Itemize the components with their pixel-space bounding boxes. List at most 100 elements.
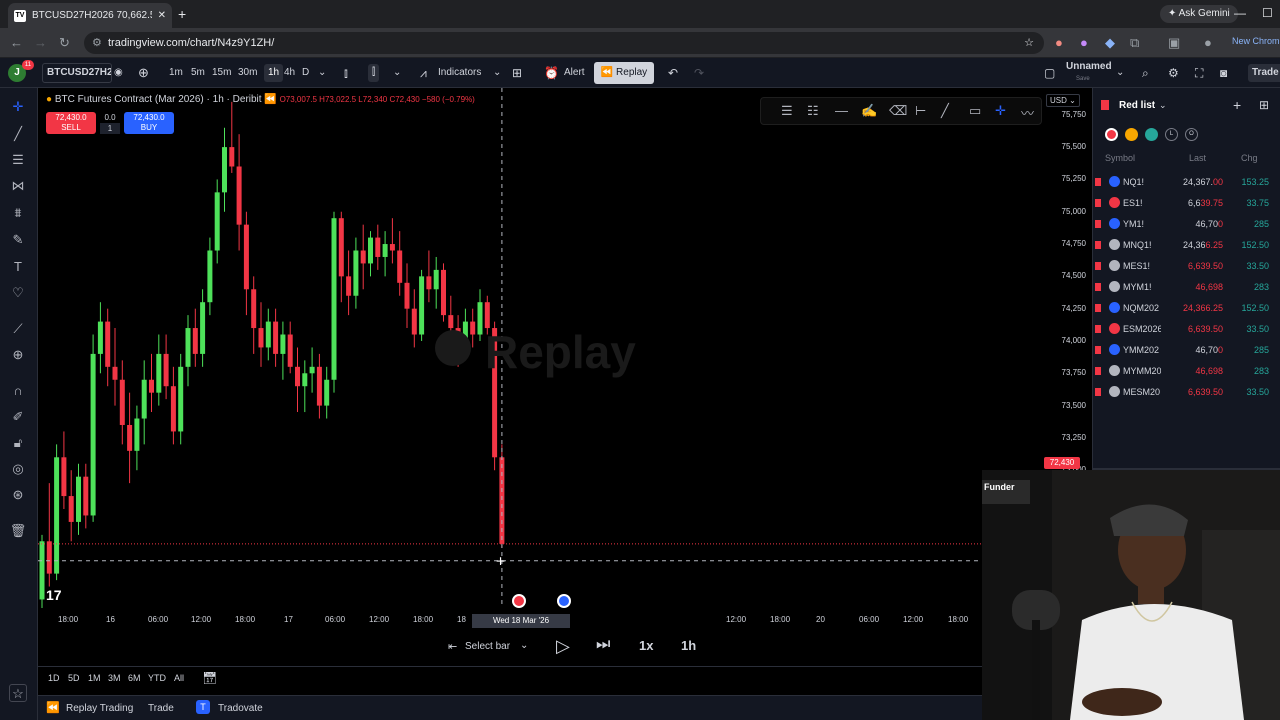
interval-4h[interactable]: 4h	[284, 58, 295, 88]
watchlist-row[interactable]: NQM202 24,366.25 152.50	[1093, 298, 1280, 319]
new-tab-button[interactable]: +	[178, 6, 186, 22]
indicators-button[interactable]: Indicators	[438, 58, 481, 88]
forward-icon[interactable]: →	[34, 35, 47, 50]
fullscreen-icon[interactable]: ⛶	[1195, 58, 1203, 88]
close-tab-icon[interactable]: ✕	[158, 10, 166, 21]
interval-30m[interactable]: 30m	[238, 58, 257, 88]
interval-1m[interactable]: 1m	[169, 58, 183, 88]
replay-button[interactable]: ⏪ Replay	[594, 62, 654, 84]
range-ytd[interactable]: YTD	[148, 673, 166, 683]
watchlist-row[interactable]: YM1! 46,700 285	[1093, 214, 1280, 235]
flag-none-icon[interactable]: O	[1185, 128, 1198, 141]
reload-icon[interactable]: ↻	[59, 35, 70, 51]
layout-square-icon[interactable]: ▢	[1044, 58, 1055, 88]
range-1m[interactable]: 1M	[88, 673, 101, 683]
symbol-info-icon[interactable]: ◉	[114, 58, 123, 88]
watchlist-panel-icon[interactable]: ⊞	[1259, 98, 1269, 112]
stay-drawing-icon[interactable]: ✐	[9, 408, 27, 426]
prediction-icon[interactable]: ⩩	[9, 204, 27, 222]
watchlist-row[interactable]: MYM1! 46,698 283	[1093, 277, 1280, 298]
eraser-icon[interactable]: ⌫	[889, 103, 907, 119]
quick-search-icon[interactable]: ⌕	[1142, 58, 1149, 88]
range-1d[interactable]: 1D	[48, 673, 60, 683]
ray-icon[interactable]: ⊢	[915, 103, 926, 119]
alert-clock-icon[interactable]: ⏰	[544, 58, 559, 88]
zoom-in-icon[interactable]: ⊕	[9, 346, 27, 364]
flag-red-icon[interactable]	[1105, 128, 1118, 141]
step-forward-icon[interactable]: ⏭	[596, 636, 610, 654]
column-symbol[interactable]: Symbol	[1105, 153, 1135, 163]
crosshair-tool-icon[interactable]: ✛	[995, 103, 1006, 119]
trash-icon[interactable]: 🗑︎	[9, 522, 27, 540]
trade-button[interactable]: Trade	[1248, 64, 1280, 82]
event-flag-icon[interactable]	[512, 594, 526, 608]
trend-line-icon[interactable]: ╱	[9, 125, 27, 143]
range-all[interactable]: All	[174, 673, 184, 683]
interval-dropdown-icon[interactable]: ⌄	[318, 58, 326, 88]
ruler-icon[interactable]: ⟋	[9, 320, 27, 338]
sell-button[interactable]: 72,430.0 SELL	[46, 112, 96, 134]
indicators-dropdown-icon[interactable]: ⌄	[493, 58, 501, 88]
watchlist-row[interactable]: ES1! 6,639.75 33.75	[1093, 193, 1280, 214]
text-icon[interactable]: T	[9, 258, 27, 276]
parallel-channel-icon[interactable]: ☷	[807, 103, 819, 119]
order-quantity[interactable]: 1	[100, 123, 120, 134]
bar-type-icon[interactable]: ⫾	[344, 58, 348, 88]
column-chg[interactable]: Chg	[1241, 153, 1258, 163]
redo-icon[interactable]: ↷	[694, 58, 704, 88]
extension-icon[interactable]: ●	[1055, 35, 1063, 50]
favorites-star-icon[interactable]: ☆	[9, 684, 27, 702]
watchlist-row[interactable]: MYMM20 46,698 283	[1093, 361, 1280, 382]
pen-icon[interactable]: ✍	[861, 103, 877, 119]
interval-15m[interactable]: 15m	[212, 58, 231, 88]
symbol-title[interactable]: BTC Futures Contract (Mar 2026) · 1h · D…	[55, 94, 262, 105]
layout-dropdown-icon[interactable]: ⌄	[1116, 58, 1124, 88]
column-last[interactable]: Last	[1189, 153, 1206, 163]
watchlist-row[interactable]: ESM2026 6,639.50 33.50	[1093, 319, 1280, 340]
interval-1h[interactable]: 1h	[264, 64, 284, 82]
snapshot-camera-icon[interactable]: ◙	[1220, 58, 1227, 88]
watchlist-title[interactable]: Red list	[1119, 100, 1155, 111]
select-bar-button[interactable]: Select bar	[465, 641, 510, 652]
watchlist-row[interactable]: NQ1! 24,367.00 153.25	[1093, 172, 1280, 193]
tab-search-icon[interactable]: ▣	[1168, 35, 1180, 51]
profile-icon[interactable]: ●	[1204, 35, 1212, 50]
undo-icon[interactable]: ↶	[668, 58, 678, 88]
watchlist-row[interactable]: MES1! 6,639.50 33.50	[1093, 256, 1280, 277]
lock-icon[interactable]: 🔓︎	[9, 434, 27, 452]
multi-line-icon[interactable]: ☰	[781, 103, 793, 119]
replay-speed-button[interactable]: 1x	[639, 638, 653, 653]
line-tool-icon[interactable]: ╱	[941, 103, 949, 119]
settings-gear-icon[interactable]: ⚙	[1168, 58, 1179, 88]
play-icon[interactable]: ▷	[556, 636, 570, 657]
extension-icon[interactable]: ●	[1080, 35, 1088, 50]
brush-icon[interactable]: ✎	[9, 231, 27, 249]
minimize-icon[interactable]: —	[1234, 6, 1246, 20]
fib-retracement-icon[interactable]: ☰	[9, 151, 27, 169]
templates-grid-icon[interactable]: ⊞	[512, 58, 522, 88]
interval-5m[interactable]: 5m	[191, 58, 205, 88]
bookmark-star-icon[interactable]: ☆	[1024, 32, 1034, 54]
tab-replay-trading[interactable]: Replay Trading	[66, 703, 133, 714]
browser-tab[interactable]: TV BTCUSD27H2026 70,662.5 ▼ - ✕	[8, 3, 172, 28]
flag-l-icon[interactable]: L	[1165, 128, 1178, 141]
extensions-puzzle-icon[interactable]: ⧉	[1130, 35, 1139, 51]
object-tree-icon[interactable]: ⊛	[9, 486, 27, 504]
magnet-icon[interactable]: ∩	[9, 382, 27, 400]
event-flag-icon[interactable]	[557, 594, 571, 608]
maximize-icon[interactable]: ☐	[1262, 6, 1273, 20]
interval-D[interactable]: D	[302, 58, 309, 88]
range-5d[interactable]: 5D	[68, 673, 80, 683]
rectangle-icon[interactable]: ▭	[969, 103, 981, 119]
replay-interval-button[interactable]: 1h	[681, 638, 696, 653]
range-6m[interactable]: 6M	[128, 673, 141, 683]
flag-orange-icon[interactable]	[1125, 128, 1138, 141]
indicators-icon[interactable]: ⩘	[420, 58, 427, 88]
buy-button[interactable]: 72,430.0 BUY	[124, 112, 174, 134]
tab-trade[interactable]: Trade	[148, 703, 174, 714]
new-chrome-button[interactable]: New Chrom	[1232, 36, 1280, 46]
horizontal-line-icon[interactable]: —	[835, 103, 848, 118]
site-info-icon[interactable]: ⚙	[92, 32, 102, 54]
chart-style-dropdown-icon[interactable]: ⌄	[393, 58, 401, 88]
currency-selector[interactable]: USD ⌄	[1046, 94, 1080, 107]
